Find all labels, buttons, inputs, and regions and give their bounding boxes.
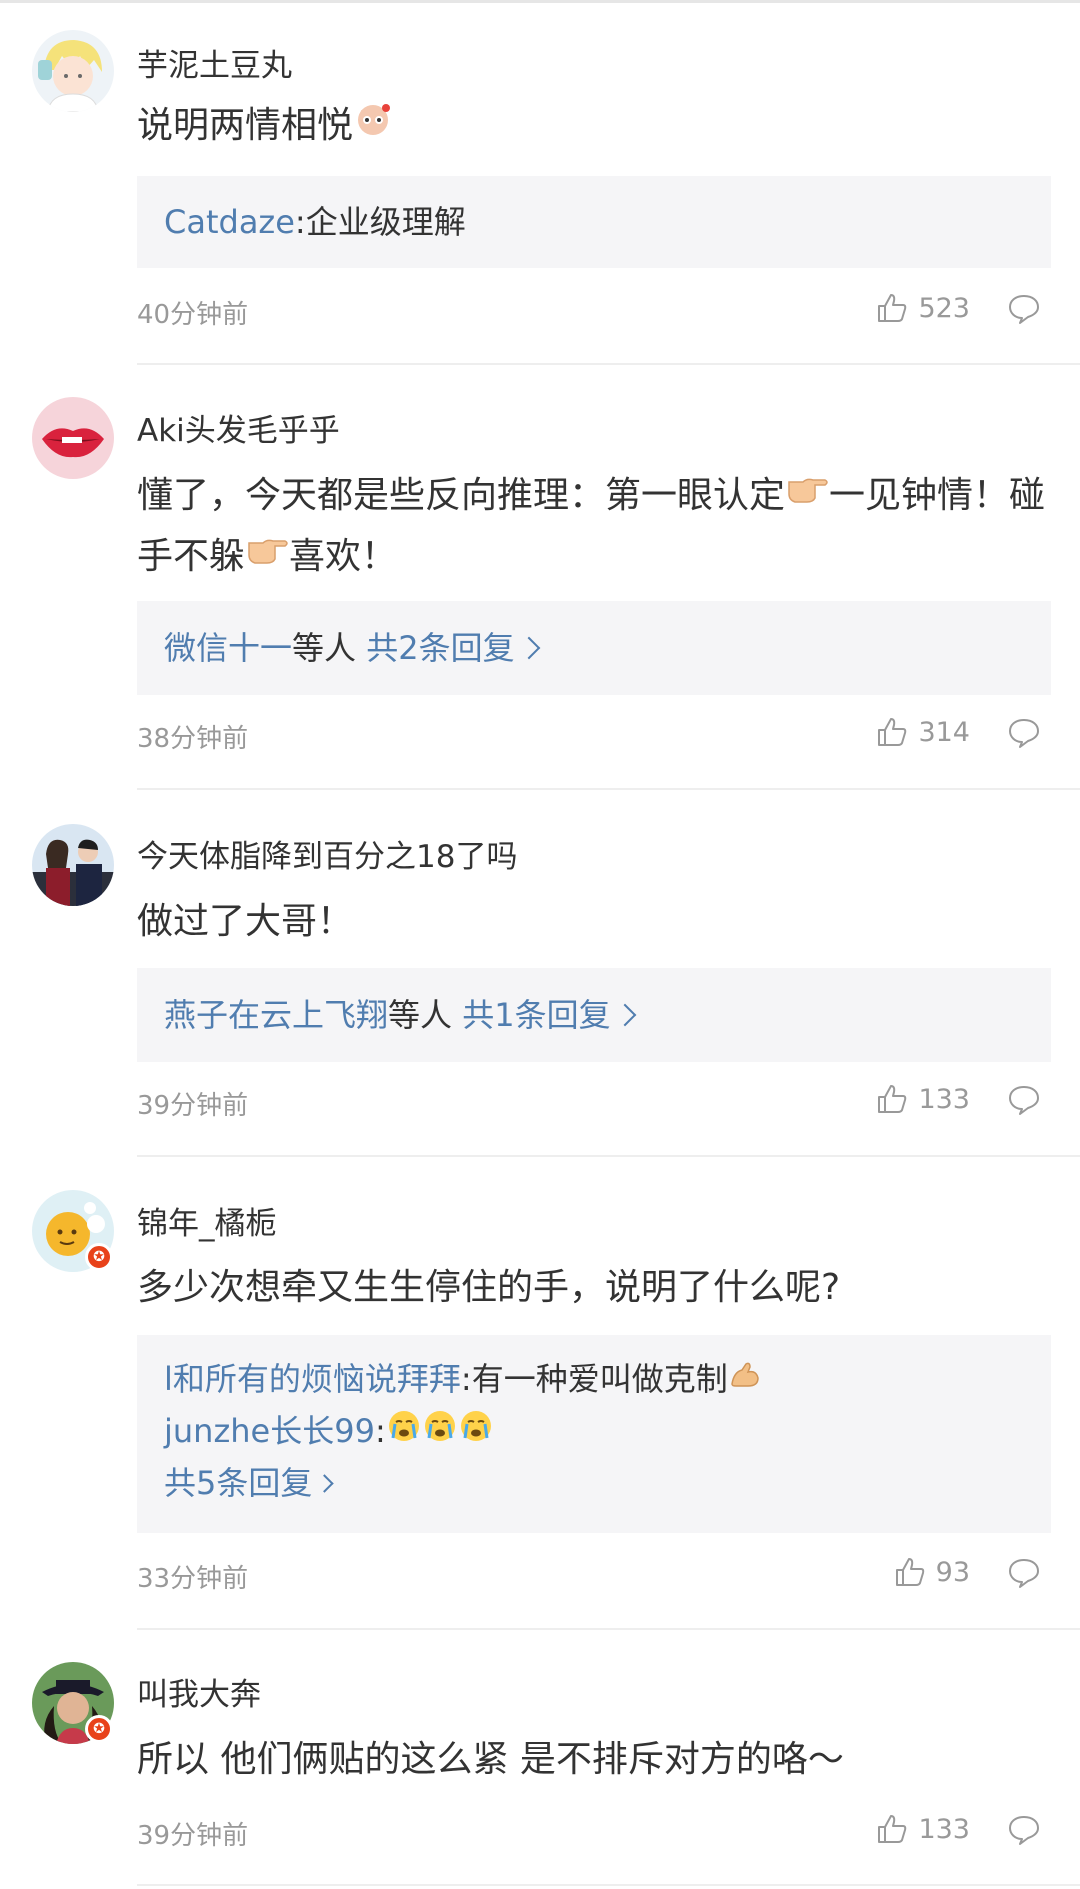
like-button[interactable]: 133 bbox=[876, 1083, 970, 1115]
comment-text-body: 做过了大哥！ bbox=[137, 901, 354, 942]
reply-button[interactable] bbox=[1007, 292, 1041, 326]
username[interactable]: Aki头发毛乎乎 bbox=[137, 405, 340, 450]
avatar[interactable] bbox=[32, 397, 114, 479]
like-count: 133 bbox=[918, 1813, 970, 1845]
reply-count-link[interactable]: 共1条回复 bbox=[462, 996, 610, 1034]
reply-count-link[interactable]: 共5条回复 bbox=[164, 1464, 312, 1502]
reply-line: junzhe长长99: bbox=[164, 1406, 1024, 1458]
comment-divider bbox=[137, 363, 1080, 365]
reply-count-line: 共5条回复 bbox=[164, 1458, 1024, 1508]
comment-bubble-icon bbox=[1009, 295, 1039, 324]
reply-line: Catdaze:企业级理解 bbox=[164, 197, 1024, 247]
comment-text: 多少次想牵又生生停住的手，说明了什么呢? bbox=[137, 1258, 1047, 1318]
reply-count-link[interactable]: 共2条回复 bbox=[366, 629, 514, 667]
reply-summary-line: 微信十一等人 共2条回复 bbox=[164, 623, 1024, 673]
comment-text: 说明两情相悦 bbox=[137, 96, 1047, 157]
reply-author[interactable]: 燕子在云上飞翔 bbox=[164, 996, 388, 1034]
comment-time: 33分钟前 bbox=[137, 1564, 249, 1594]
top-divider bbox=[0, 0, 1080, 3]
reply-etc: 等人 bbox=[292, 629, 357, 667]
reply-line: l和所有的烦恼说拜拜:有一种爱叫做克制 bbox=[164, 1354, 1024, 1406]
avatar[interactable] bbox=[32, 30, 114, 112]
comment-text: 懂了，今天都是些反向推理：第一眼认定 一见钟情！碰手不躲 喜欢！ bbox=[137, 466, 1047, 588]
comment-text-part: 懂了，今天都是些反向推理：第一眼认定 bbox=[137, 475, 786, 516]
anime-boy-avatar-icon bbox=[32, 30, 114, 112]
comment-time: 40分钟前 bbox=[137, 300, 249, 330]
comment-time: 39分钟前 bbox=[137, 1091, 249, 1121]
reply-summary-line: 燕子在云上飞翔等人 共1条回复 bbox=[164, 990, 1024, 1040]
reply-summary-box[interactable]: 燕子在云上飞翔等人 共1条回复 bbox=[137, 968, 1051, 1062]
comment-text-body: 多少次想牵又生生停住的手，说明了什么呢? bbox=[137, 1267, 841, 1308]
pointing-right-hand-emoji bbox=[245, 528, 289, 588]
like-button[interactable]: 523 bbox=[876, 292, 970, 324]
like-button[interactable]: 93 bbox=[894, 1556, 970, 1588]
like-button[interactable]: 314 bbox=[876, 716, 970, 748]
comment-text-body: 说明两情相悦 bbox=[137, 105, 354, 146]
reply-author[interactable]: 微信十一 bbox=[164, 629, 292, 667]
reply-text: :有一种爱叫做克制 bbox=[460, 1360, 728, 1398]
comment-time: 38分钟前 bbox=[137, 724, 249, 754]
username[interactable]: 叫我大奔 bbox=[137, 1669, 261, 1714]
pointing-right-hand-emoji bbox=[785, 467, 829, 527]
verified-badge-icon: ✪ bbox=[85, 1715, 113, 1743]
thumbs-up-icon bbox=[878, 1815, 907, 1843]
comment-bubble-icon bbox=[1009, 1816, 1039, 1845]
reply-summary-box[interactable]: 微信十一等人 共2条回复 bbox=[137, 601, 1051, 695]
comment-bubble-icon bbox=[1009, 719, 1039, 748]
username[interactable]: 今天体脂降到百分之18了吗 bbox=[137, 831, 517, 876]
like-count: 314 bbox=[918, 716, 970, 748]
thumbs-up-icon bbox=[895, 1558, 924, 1586]
chevron-right-icon bbox=[315, 1473, 335, 1493]
verified-badge-icon: ✪ bbox=[85, 1243, 113, 1271]
comment-bubble-icon bbox=[1009, 1559, 1039, 1588]
comment-divider bbox=[137, 1628, 1080, 1630]
reply-text: : bbox=[374, 1412, 386, 1450]
thumbs-up-icon bbox=[878, 1085, 907, 1113]
like-count: 133 bbox=[918, 1083, 970, 1115]
comment-divider bbox=[137, 1155, 1080, 1157]
reply-preview-box[interactable]: Catdaze:企业级理解 bbox=[137, 176, 1051, 268]
comment-text-body: 所以 他们俩贴的这么紧 是不排斥对方的咯～ bbox=[137, 1739, 844, 1780]
like-count: 93 bbox=[935, 1556, 970, 1588]
comment-text-part: 喜欢！ bbox=[289, 536, 398, 577]
comment-divider bbox=[137, 1884, 1080, 1886]
reply-button[interactable] bbox=[1007, 1813, 1041, 1847]
crying-face-emoji bbox=[386, 1408, 494, 1458]
comment-time: 39分钟前 bbox=[137, 1821, 249, 1851]
reply-author[interactable]: junzhe长长99 bbox=[164, 1412, 375, 1450]
reply-button[interactable] bbox=[1007, 1556, 1041, 1590]
username[interactable]: 芋泥土豆丸 bbox=[137, 40, 292, 85]
reply-button[interactable] bbox=[1007, 716, 1041, 750]
chevron-right-icon bbox=[613, 1003, 636, 1027]
cat-face-emoji bbox=[353, 97, 393, 157]
reply-author[interactable]: Catdaze bbox=[164, 203, 295, 241]
reply-preview-box[interactable]: l和所有的烦恼说拜拜:有一种爱叫做克制 junzhe长长99: 共5条回复 bbox=[137, 1335, 1051, 1533]
like-button[interactable]: 133 bbox=[876, 1813, 970, 1845]
reply-text: :企业级理解 bbox=[294, 203, 466, 241]
comment-divider bbox=[137, 788, 1080, 790]
like-count: 523 bbox=[918, 292, 970, 324]
chevron-right-icon bbox=[517, 636, 540, 660]
reply-author[interactable]: l和所有的烦恼说拜拜 bbox=[164, 1360, 461, 1398]
avatar[interactable] bbox=[32, 824, 114, 906]
reply-button[interactable] bbox=[1007, 1083, 1041, 1117]
flexed-biceps-emoji bbox=[728, 1356, 762, 1406]
comment-bubble-icon bbox=[1009, 1086, 1039, 1115]
comment-text: 所以 他们俩贴的这么紧 是不排斥对方的咯～ bbox=[137, 1730, 1047, 1790]
couple-photo-avatar-icon bbox=[32, 824, 114, 906]
reply-etc: 等人 bbox=[388, 996, 453, 1034]
comment-text: 做过了大哥！ bbox=[137, 892, 1047, 952]
thumbs-up-icon bbox=[878, 718, 907, 746]
lips-avatar-icon bbox=[32, 397, 114, 479]
username[interactable]: 锦年_橘栀 bbox=[137, 1198, 277, 1243]
thumbs-up-icon bbox=[878, 294, 907, 322]
